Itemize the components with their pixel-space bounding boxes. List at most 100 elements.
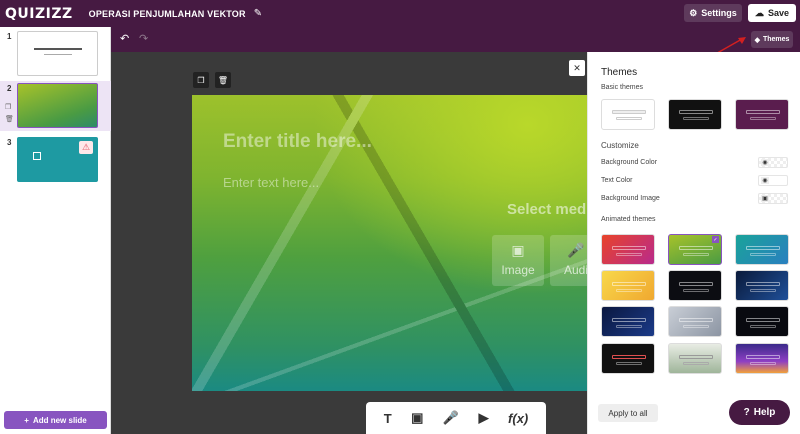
save-label: Save [767, 8, 790, 18]
microphone-icon: 🎤 [567, 242, 585, 258]
image-media-button[interactable]: ▣ Image [492, 235, 544, 286]
theme-preview-bar [616, 289, 642, 292]
text-color-picker[interactable]: ◉ [758, 175, 788, 186]
theme-animated-4[interactable] [601, 270, 655, 301]
theme-preview-bar [746, 110, 780, 114]
theme-preview-bar [616, 325, 642, 328]
theme-preview-bar [746, 355, 780, 359]
theme-preview-bar [750, 253, 776, 256]
theme-preview-bar [616, 253, 642, 256]
theme-preview-bar [612, 318, 646, 322]
checkbox-icon [33, 152, 41, 160]
theme-preview-bar [679, 246, 713, 250]
theme-preview-bar [679, 282, 713, 286]
quizizz-logo[interactable]: QUIZIZZ [5, 6, 73, 22]
theme-animated-8[interactable] [668, 306, 722, 337]
theme-preview-bar [612, 282, 646, 286]
theme-animated-1[interactable] [601, 234, 655, 265]
theme-preview-bar [683, 325, 709, 328]
document-title[interactable]: OPERASI PENJUMLAHAN VEKTOR [89, 9, 246, 19]
themes-button[interactable]: ◆ Themes [751, 31, 793, 48]
duplicate-icon[interactable]: ❐ [5, 103, 11, 111]
paint-bucket-icon: ◉ [761, 159, 769, 166]
add-new-slide-button[interactable]: + Add new slide [4, 411, 107, 429]
background-color-picker[interactable]: ◉ [758, 157, 788, 168]
image-icon: ▣ [511, 242, 525, 258]
theme-preview-bar [612, 110, 646, 114]
copy-icon[interactable]: ❐ [193, 72, 209, 88]
theme-basic-purple[interactable] [735, 99, 789, 130]
theme-preview-bar [746, 282, 780, 286]
theme-preview-bar [683, 362, 709, 365]
formula-icon[interactable]: f(x) [508, 411, 528, 426]
undo-icon[interactable]: ↶ [120, 32, 129, 45]
title-input[interactable]: Enter title here... [223, 131, 372, 153]
theme-basic-black[interactable] [668, 99, 722, 130]
slide-number: 2 [7, 84, 12, 93]
text-input[interactable]: Enter text here... [223, 175, 319, 190]
slide-thumbnail-2[interactable] [17, 83, 98, 128]
image-label: Image [501, 263, 535, 277]
settings-label: Settings [701, 8, 737, 18]
slide-canvas[interactable]: Enter title here... Enter text here... S… [192, 95, 587, 391]
theme-animated-5[interactable] [668, 270, 722, 301]
audio-media-button[interactable]: 🎤 Audi [550, 235, 587, 286]
redo-icon[interactable]: ↷ [139, 32, 148, 45]
animated-themes-label: Animated themes [601, 216, 656, 223]
video-icon[interactable]: ▶ [479, 410, 489, 426]
microphone-icon[interactable]: 🎤 [443, 410, 459, 426]
help-label: Help [753, 407, 776, 418]
slide-sidebar: 1 2 ❐ 🗑 3 ⚠ + Add new slide [0, 27, 111, 434]
theme-animated-11[interactable] [668, 343, 722, 374]
slide-number: 3 [7, 138, 12, 147]
thumb-subtitle-line [44, 54, 72, 55]
customize-label: Customize [601, 141, 639, 150]
thumb-title-line [34, 48, 82, 50]
theme-preview-bar [679, 110, 713, 114]
close-icon[interactable]: ✕ [569, 60, 585, 76]
theme-preview-bar [679, 355, 713, 359]
text-color-label: Text Color [601, 177, 633, 184]
theme-preview-bar [750, 117, 776, 120]
theme-animated-10[interactable] [601, 343, 655, 374]
trash-icon[interactable]: 🗑 [215, 72, 231, 88]
theme-preview-bar [746, 246, 780, 250]
apply-to-all-button[interactable]: Apply to all [598, 404, 658, 422]
theme-preview-bar [750, 362, 776, 365]
theme-preview-bar [612, 246, 646, 250]
palette-icon: ◆ [754, 36, 760, 44]
themes-label: Themes [762, 36, 790, 43]
slide-thumbnail-1[interactable] [17, 31, 98, 76]
theme-preview-bar [612, 355, 646, 359]
pencil-icon[interactable]: ✎ [254, 8, 262, 19]
theme-animated-9[interactable] [735, 306, 789, 337]
theme-preview-bar [683, 289, 709, 292]
theme-animated-6[interactable] [735, 270, 789, 301]
slide-thumbnail-3[interactable]: ⚠ [17, 137, 98, 182]
settings-button[interactable]: ⚙ Settings [684, 4, 742, 22]
image-icon[interactable]: ▣ [411, 410, 423, 426]
slide-row-2[interactable]: 2 ❐ 🗑 [0, 81, 111, 131]
theme-preview-bar [750, 325, 776, 328]
theme-basic-white[interactable] [601, 99, 655, 130]
theme-animated-12[interactable] [735, 343, 789, 374]
panel-title: Themes [601, 67, 638, 78]
trash-icon[interactable]: 🗑 [5, 115, 14, 123]
slide-row-3[interactable]: 3 ⚠ [0, 135, 111, 185]
slide-row-1[interactable]: 1 [0, 29, 111, 79]
select-media-label: Select med [507, 201, 587, 218]
theme-animated-3[interactable] [735, 234, 789, 265]
background-image-picker[interactable]: ▣ [758, 193, 788, 204]
theme-preview-bar [616, 362, 642, 365]
gear-icon: ⚙ [689, 7, 698, 18]
warning-icon: ⚠ [79, 141, 93, 154]
audio-label: Audi [563, 263, 587, 277]
help-button[interactable]: ? Help [729, 400, 790, 425]
save-button[interactable]: ☁ Save [748, 4, 796, 22]
text-icon[interactable]: T [384, 411, 392, 426]
theme-animated-2-selected[interactable]: ✓ [668, 234, 722, 265]
question-icon: ? [743, 407, 750, 418]
cloud-upload-icon: ☁ [754, 7, 764, 18]
theme-animated-7[interactable] [601, 306, 655, 337]
top-bar: QUIZIZZ OPERASI PENJUMLAHAN VEKTOR ✎ ⚙ S… [0, 0, 800, 27]
